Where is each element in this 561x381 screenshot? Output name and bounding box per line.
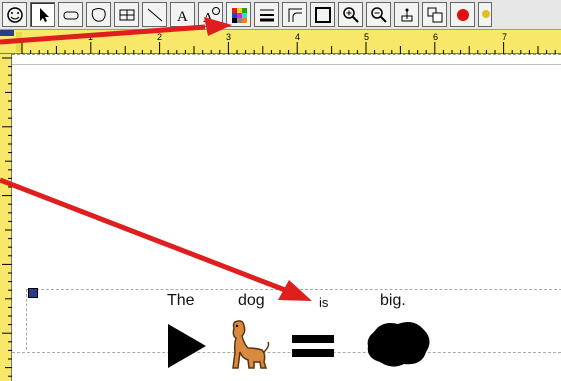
frame-bottom-edge [12, 352, 561, 353]
line-thickness-icon [259, 9, 274, 21]
frame-button[interactable] [310, 2, 335, 27]
word-big[interactable]: big. [380, 292, 406, 310]
ruler-label-7: 7 [502, 32, 508, 42]
grid-tool-icon [119, 9, 134, 20]
word-the[interactable]: The [167, 292, 195, 310]
rectangle-tool-icon [63, 11, 78, 19]
blob-tool-icon [91, 7, 106, 22]
symbol-text-tool-icon: A [203, 6, 220, 25]
color-palette-button[interactable] [226, 2, 251, 27]
symbol-text-tool-button[interactable]: A [198, 2, 223, 27]
ruler-ticks [0, 30, 556, 54]
vertical-ruler [0, 54, 12, 381]
record-icon [456, 8, 469, 21]
rectangle-tool-button[interactable] [58, 2, 83, 27]
zoom-out-button[interactable] [366, 2, 391, 27]
ruler-label-1: 1 [88, 32, 94, 42]
drawing-toolbar: A A [0, 0, 561, 30]
zoom-out-icon [370, 6, 387, 23]
ruler-label-6: 6 [433, 32, 439, 42]
corner-style-button[interactable] [282, 2, 307, 27]
arrange-icon [427, 7, 442, 22]
word-is[interactable]: is [319, 295, 328, 310]
zoom-in-button[interactable] [338, 2, 363, 27]
play-triangle-symbol[interactable] [166, 322, 208, 370]
anchor-button[interactable] [394, 2, 419, 27]
corner-style-icon [288, 8, 302, 22]
text-tool-button[interactable]: A [170, 2, 195, 27]
face-tool-button[interactable] [2, 2, 27, 27]
blob-tool-button[interactable] [86, 2, 111, 27]
page-top-margin [12, 54, 561, 56]
ruler-label-2: 2 [157, 32, 163, 42]
zoom-in-icon [342, 6, 359, 23]
frame-icon [314, 6, 331, 23]
text-tool-icon: A [177, 9, 188, 25]
grid-tool-button[interactable] [114, 2, 139, 27]
svg-text:A: A [203, 11, 214, 25]
pointer-tool-icon [39, 7, 49, 22]
ruler-label-5: 5 [364, 32, 370, 42]
word-dog[interactable]: dog [238, 292, 265, 310]
equals-symbol[interactable] [290, 332, 336, 360]
ruler-label-4: 4 [295, 32, 301, 42]
face-tool-icon [6, 6, 23, 23]
big-blob-symbol[interactable] [364, 318, 434, 370]
color-palette-icon [231, 7, 247, 23]
more-icon [482, 9, 490, 18]
line-tool-button[interactable] [142, 2, 167, 27]
line-tool-icon [147, 8, 162, 21]
more-button[interactable] [478, 2, 492, 27]
pointer-tool-button[interactable] [30, 2, 55, 27]
record-button[interactable] [450, 2, 475, 27]
frame-handle-icon[interactable] [28, 288, 38, 298]
page-header-line [12, 64, 561, 65]
svg-text:A: A [177, 9, 188, 25]
arrange-button[interactable] [422, 2, 447, 27]
horizontal-ruler: 1 2 3 4 5 6 7 [0, 30, 561, 54]
ruler-label-3: 3 [226, 32, 232, 42]
dog-symbol[interactable] [228, 318, 272, 370]
line-thickness-button[interactable] [254, 2, 279, 27]
arrow-to-word-is [0, 177, 312, 301]
anchor-icon [401, 8, 412, 21]
